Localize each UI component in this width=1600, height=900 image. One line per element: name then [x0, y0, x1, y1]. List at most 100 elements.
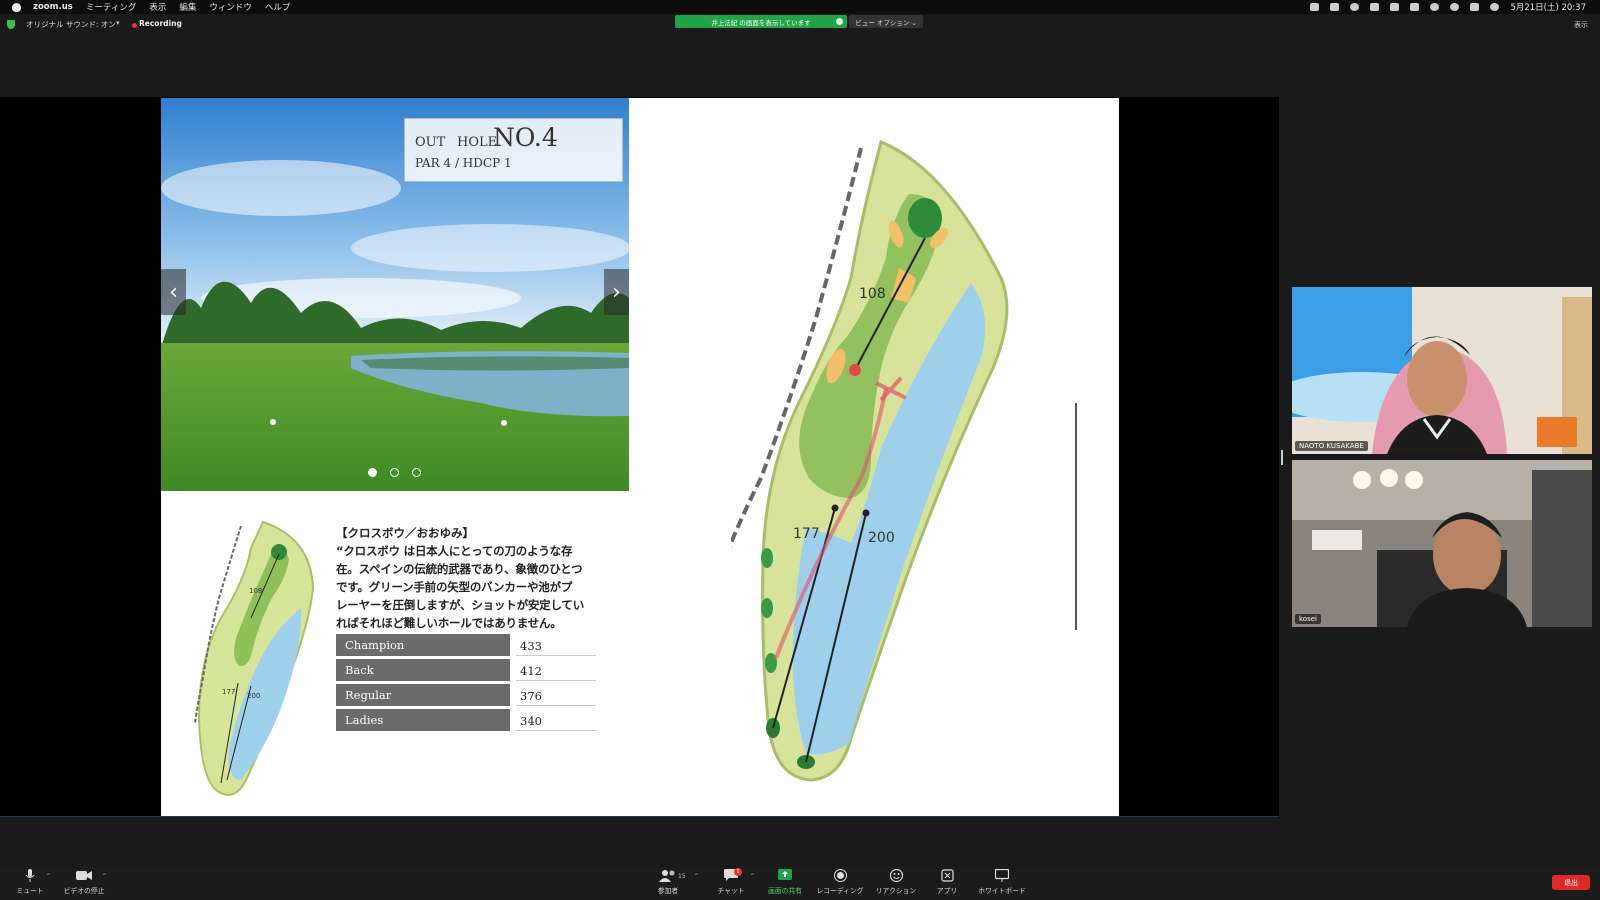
hole-description-line-2: 在。スペインの伝統的武器であり、象徴のひとつ: [336, 562, 583, 576]
divider: [0, 816, 1279, 817]
chat-unread-badge: 1: [734, 868, 742, 876]
wifi-icon[interactable]: [1430, 3, 1440, 11]
leave-button[interactable]: 退出: [1552, 875, 1590, 890]
tee-yards: 376: [516, 684, 596, 706]
participant-tile[interactable]: NAOTO KUSAKABE: [1292, 287, 1592, 454]
tee-yards: 433: [516, 634, 596, 656]
tee-name: Regular: [336, 684, 510, 706]
participants-label: 参加者: [657, 887, 679, 895]
tee-yards: 412: [516, 659, 596, 681]
map-label-left: 177: [793, 526, 820, 542]
carousel-dot-3[interactable]: [412, 468, 421, 477]
participants-button[interactable]: 参加者: [638, 869, 698, 895]
hole-title-number: NO.4: [493, 123, 558, 152]
share-banner-text: 井上法紀 の画面を表示しています: [711, 18, 811, 27]
chat-label: チャット: [717, 887, 745, 895]
chevron-up-icon[interactable]: ^: [102, 873, 107, 880]
hole-map-thumbnail: 108 177 200: [194, 520, 315, 796]
record-label: レコーディング: [816, 887, 864, 895]
apps-icon: [940, 869, 954, 882]
menu-app[interactable]: zoom.us: [33, 2, 73, 12]
participants-count: 15: [678, 873, 686, 880]
mute-label: ミュート: [16, 887, 44, 895]
slide-scrollbar[interactable]: [1075, 403, 1077, 630]
panel-resize-handle[interactable]: [1281, 450, 1283, 465]
hole-photo: OUT HOLE NO.4 PAR 4 / HDCP 1 ‹ ›: [161, 98, 629, 491]
tee-name: Ladies: [336, 709, 510, 731]
volume-icon[interactable]: [1350, 3, 1360, 11]
carousel-dot-1[interactable]: [368, 468, 377, 477]
recording-indicator: Recording: [139, 19, 182, 28]
share-screen-button[interactable]: 画面の共有: [755, 869, 815, 895]
map-label-top: 108: [859, 286, 886, 302]
hole-title-box: OUT HOLE NO.4 PAR 4 / HDCP 1: [404, 118, 623, 182]
apps-button[interactable]: アプリ: [917, 869, 977, 895]
participant-video: [1292, 460, 1592, 627]
participant-name: kosei: [1295, 614, 1321, 624]
record-icon: [833, 869, 847, 882]
menu-bar: zoom.us ミーティング 表示 編集 ウィンドウ ヘルプ 5月21日(土) …: [0, 0, 1600, 14]
menu-meeting[interactable]: ミーティング: [86, 1, 137, 13]
hole-title-out: OUT: [415, 135, 446, 150]
p-status-icon[interactable]: [1330, 3, 1340, 11]
chevron-up-icon[interactable]: ^: [694, 873, 699, 880]
hole-description-line-1: “クロスボウ は日本人にとっての刀のような存: [336, 544, 573, 558]
hole-map-large: 108 177 200: [731, 139, 1009, 782]
view-options-button[interactable]: ビュー オプション ⌄: [849, 15, 923, 28]
carousel-next-button[interactable]: ›: [604, 269, 629, 315]
carousel-prev-button[interactable]: ‹: [161, 269, 186, 315]
apps-label: アプリ: [936, 887, 958, 895]
thumb-label-top: 108: [249, 587, 262, 595]
carousel-dot-2[interactable]: [390, 468, 399, 477]
microphone-icon: [25, 869, 35, 882]
participant-video: [1292, 287, 1592, 454]
chevron-up-icon[interactable]: ^: [46, 873, 51, 880]
shield-icon[interactable]: [7, 20, 15, 29]
participant-name: NAOTO KUSAKABE: [1295, 441, 1368, 451]
share-screen-label: 画面の共有: [768, 887, 802, 895]
menu-clock[interactable]: 5月21日(土) 20:37: [1510, 1, 1586, 13]
battery-icon[interactable]: [1390, 3, 1400, 11]
share-screen-icon: [778, 869, 792, 880]
chevron-left-icon: ‹: [169, 279, 178, 305]
tee-name: Back: [336, 659, 510, 681]
record-button[interactable]: レコーディング: [810, 869, 870, 895]
stop-video-label: ビデオの停止: [63, 887, 105, 895]
thumb-label-left: 177: [222, 688, 235, 696]
menu-view[interactable]: 表示: [149, 1, 166, 13]
spotlight-icon[interactable]: [1450, 3, 1460, 11]
display-button[interactable]: 表示: [1574, 20, 1588, 30]
siri-icon[interactable]: [1490, 3, 1500, 11]
input-source-icon[interactable]: [1410, 3, 1420, 11]
zoom-status-icon[interactable]: [1310, 3, 1320, 11]
course-slide: OUT HOLE NO.4 PAR 4 / HDCP 1 ‹ › 108 177…: [161, 98, 1119, 816]
stop-view-icon[interactable]: [836, 18, 843, 25]
video-camera-icon: [76, 871, 92, 880]
hole-name: 【クロスボウ／おおゆみ】: [336, 526, 474, 540]
hole-description-line-4: レーヤーを圧倒しますが、ショットが安定してい: [336, 598, 585, 612]
table-row: Regular 376: [336, 684, 596, 706]
menu-help[interactable]: ヘルプ: [265, 1, 291, 13]
hole-title-hole: HOLE: [457, 135, 498, 150]
bluetooth-icon[interactable]: [1370, 3, 1380, 11]
participants-icon: [659, 870, 675, 882]
whiteboard-icon: [995, 869, 1009, 882]
recording-dot-icon: [132, 23, 137, 28]
apple-icon[interactable]: [12, 2, 21, 12]
participant-tile[interactable]: kosei: [1292, 460, 1592, 627]
control-center-icon[interactable]: [1470, 3, 1480, 11]
menu-window[interactable]: ウィンドウ: [209, 1, 252, 13]
hole-title-par: PAR 4 / HDCP 1: [415, 156, 512, 170]
table-row: Ladies 340: [336, 709, 596, 731]
tee-name: Champion: [336, 634, 510, 656]
share-banner: 井上法紀 の画面を表示しています: [675, 15, 847, 28]
original-sound-toggle[interactable]: オリジナル サウンド: オン: [26, 19, 116, 30]
table-row: Back 412: [336, 659, 596, 681]
chevron-right-icon: ›: [612, 279, 621, 305]
hole-description-line-3: です。グリーン手前の矢型のバンカーや池がプ: [336, 580, 573, 594]
table-row: Champion 433: [336, 634, 596, 656]
thumb-label-right: 200: [247, 692, 260, 700]
menu-edit[interactable]: 編集: [179, 1, 196, 13]
whiteboard-button[interactable]: ホワイトボード: [972, 869, 1032, 895]
chevron-down-icon[interactable]: ▾: [116, 19, 120, 27]
